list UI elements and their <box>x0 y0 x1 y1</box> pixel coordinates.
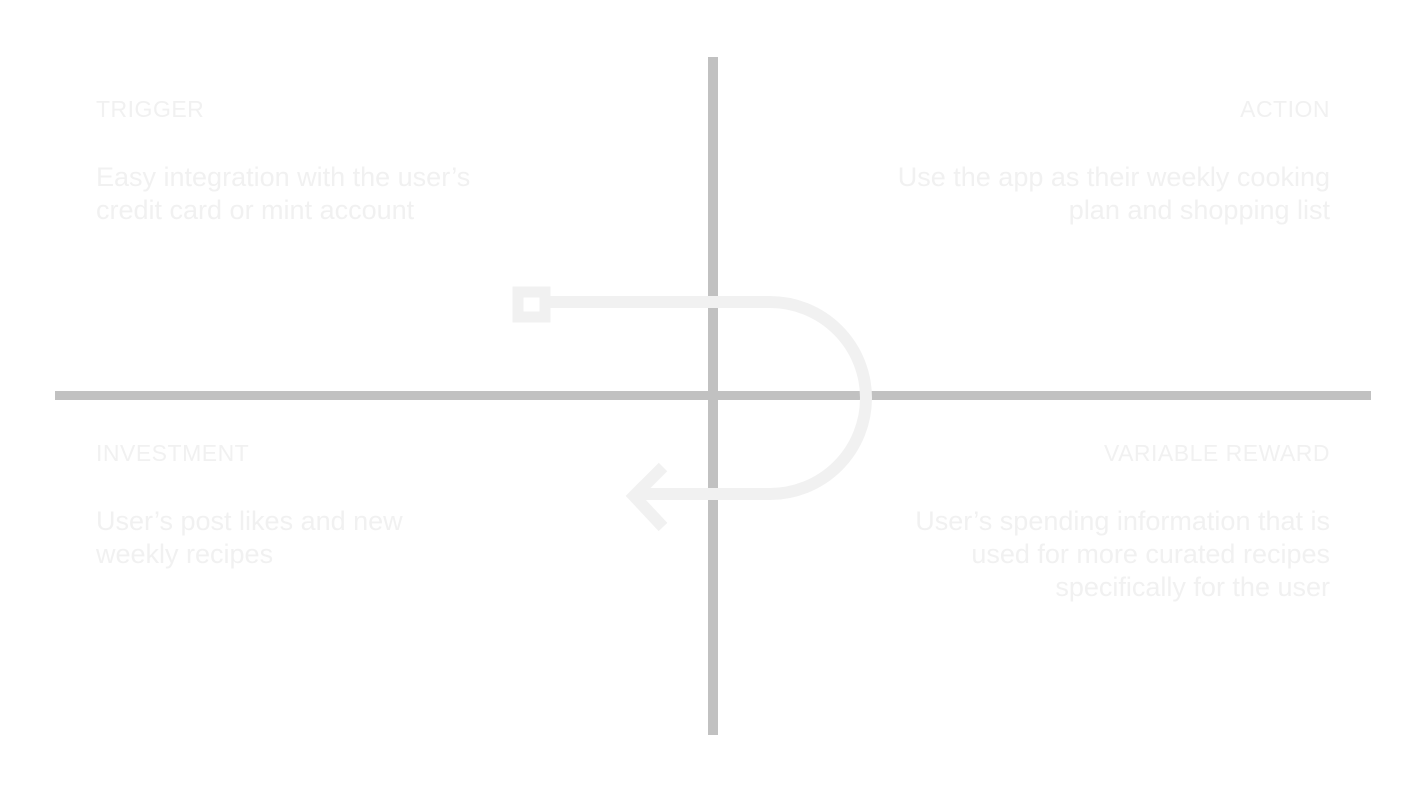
variable-reward-heading: VARIABLE REWARD <box>1103 440 1330 466</box>
action-description: Use the app as their weekly cooking plan… <box>897 162 1330 225</box>
quadrant-trigger: TRIGGER Easy integration with the user’s… <box>96 95 496 227</box>
trigger-heading: TRIGGER <box>96 96 205 122</box>
action-heading: ACTION <box>1240 96 1330 122</box>
quadrant-action: ACTION Use the app as their weekly cooki… <box>880 95 1330 227</box>
hook-model-diagram: TRIGGER Easy integration with the user’s… <box>0 0 1426 792</box>
trigger-description: Easy integration with the user’s credit … <box>96 162 471 225</box>
quadrant-investment: INVESTMENT User’s post likes and new wee… <box>96 439 436 571</box>
quadrant-variable-reward: VARIABLE REWARD User’s spending informat… <box>890 439 1330 604</box>
square-node-icon <box>512 286 551 323</box>
variable-reward-description: User’s spending information that is used… <box>915 506 1330 602</box>
investment-heading: INVESTMENT <box>96 440 250 466</box>
investment-description: User’s post likes and new weekly recipes <box>96 506 403 569</box>
loop-path <box>549 296 872 500</box>
